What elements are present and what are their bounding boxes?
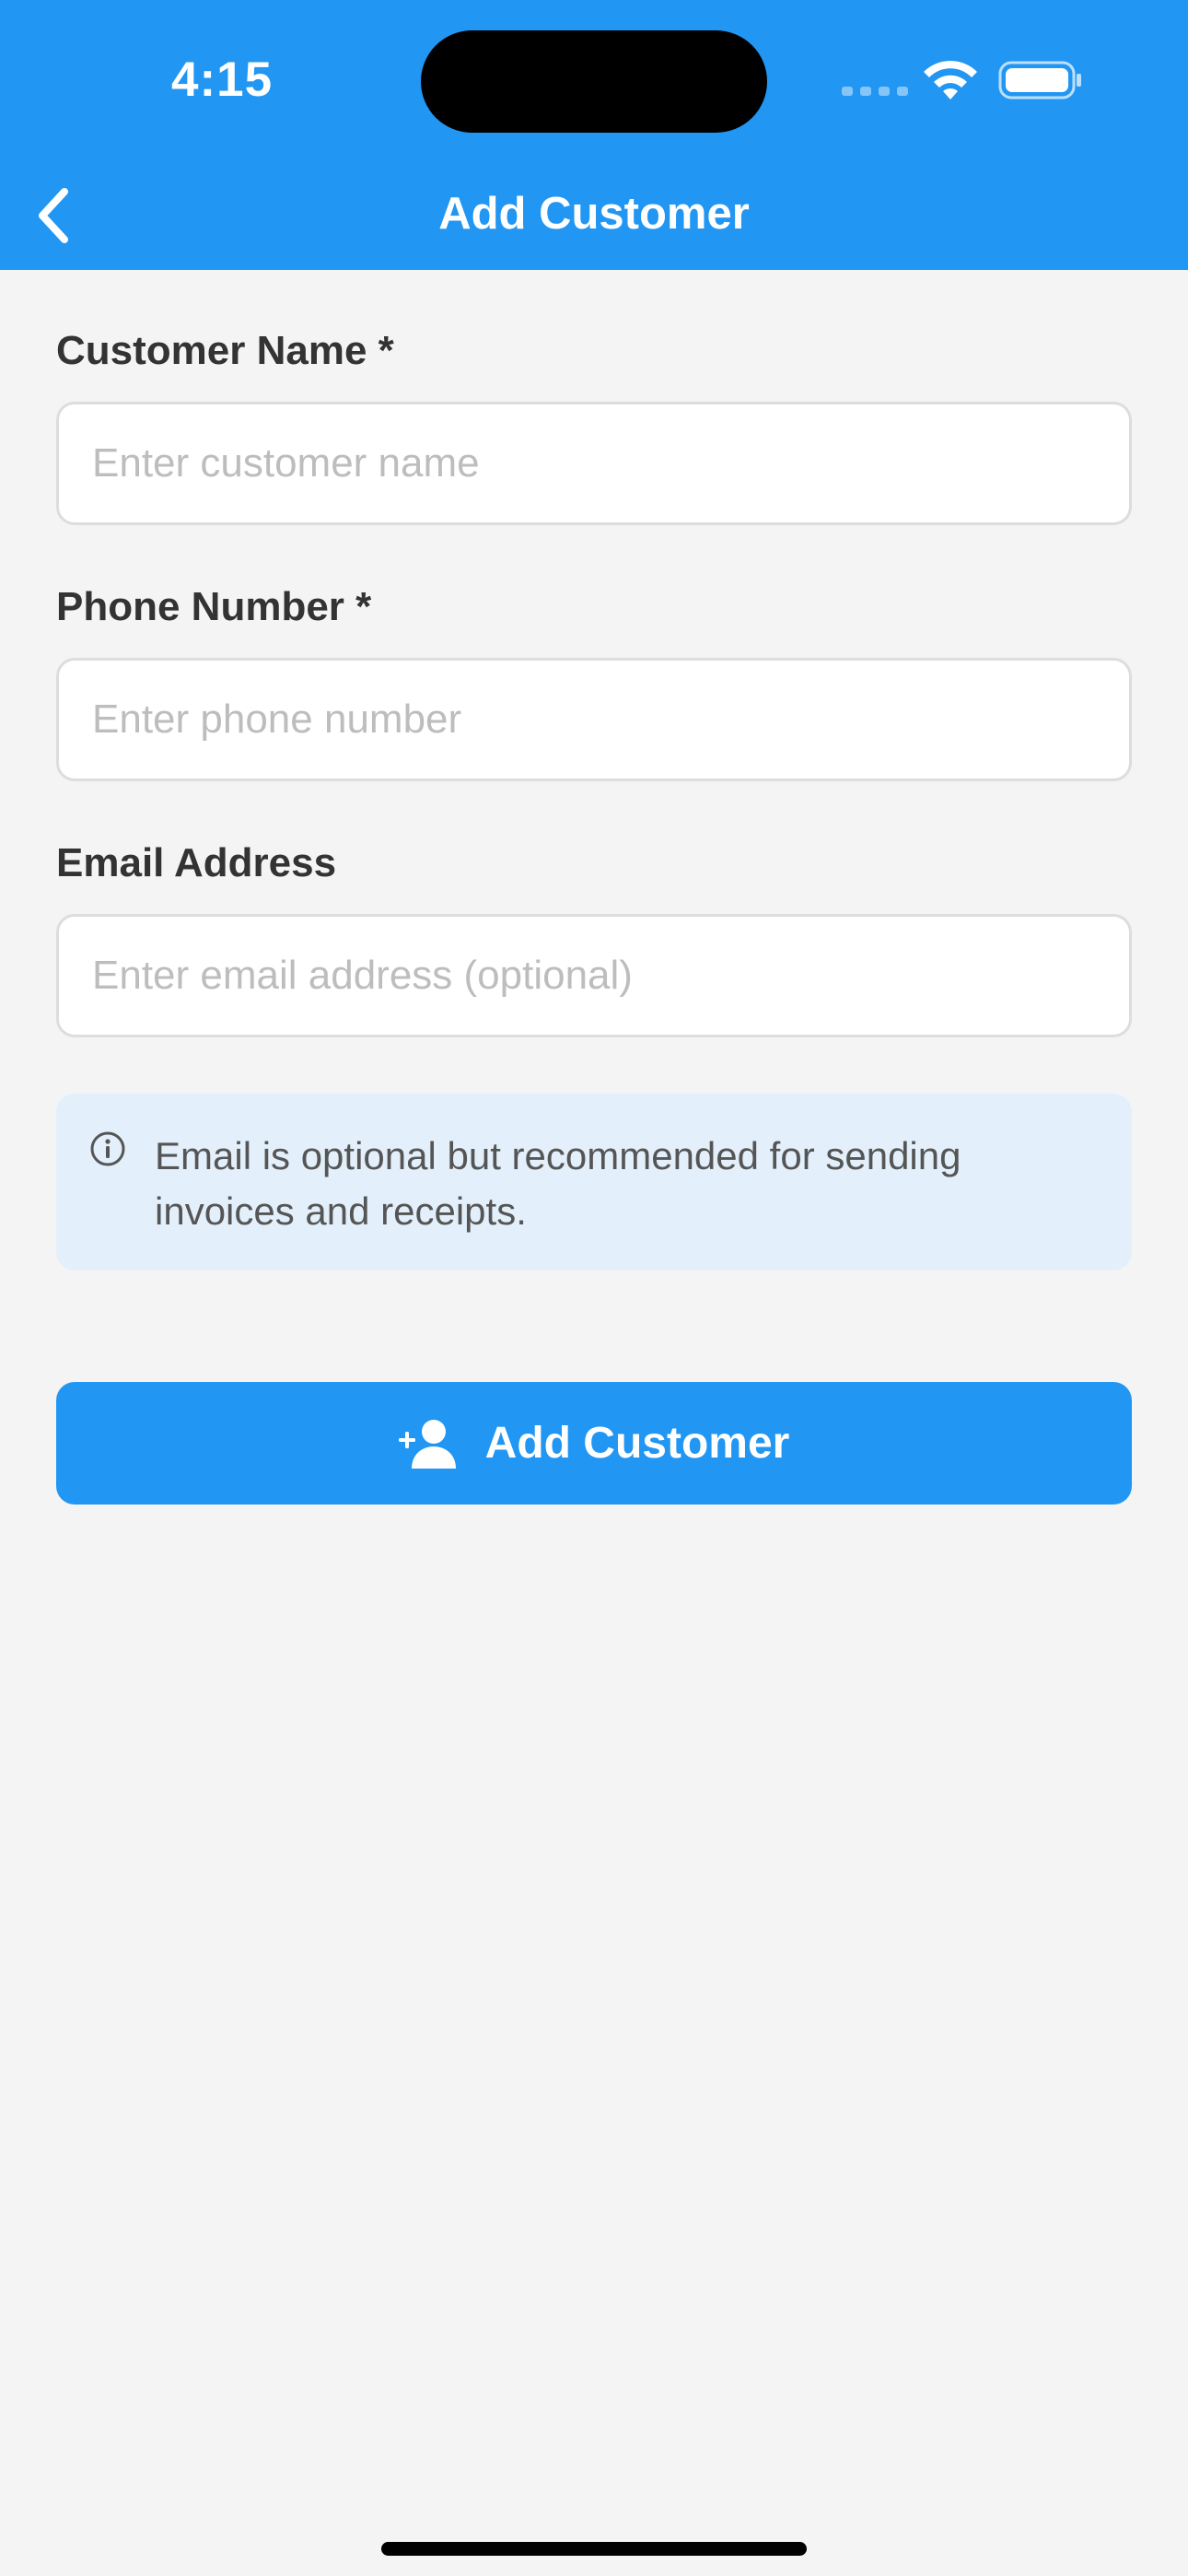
phone-number-input[interactable] [56, 658, 1132, 781]
battery-icon [998, 61, 1081, 100]
add-customer-button[interactable]: Add Customer [56, 1382, 1132, 1505]
customer-name-input[interactable] [56, 402, 1132, 525]
dynamic-island [421, 30, 767, 133]
home-indicator [381, 2542, 807, 2556]
info-notice: Email is optional but recommended for se… [56, 1094, 1132, 1270]
app-header: 4:15 Add Customer [0, 0, 1188, 270]
customer-name-label: Customer Name * [56, 328, 394, 373]
email-address-label: Email Address [56, 840, 337, 885]
info-text: Email is optional but recommended for se… [155, 1134, 961, 1233]
status-time: 4:15 [171, 53, 274, 107]
phone-number-label: Phone Number * [56, 584, 372, 629]
email-address-input[interactable] [56, 914, 1132, 1037]
add-user-icon [398, 1419, 456, 1469]
info-icon [90, 1131, 125, 1166]
wifi-icon [924, 60, 977, 100]
page-title: Add Customer [438, 189, 750, 239]
cellular-signal-icon [842, 87, 908, 96]
add-customer-button-label: Add Customer [484, 1419, 790, 1468]
